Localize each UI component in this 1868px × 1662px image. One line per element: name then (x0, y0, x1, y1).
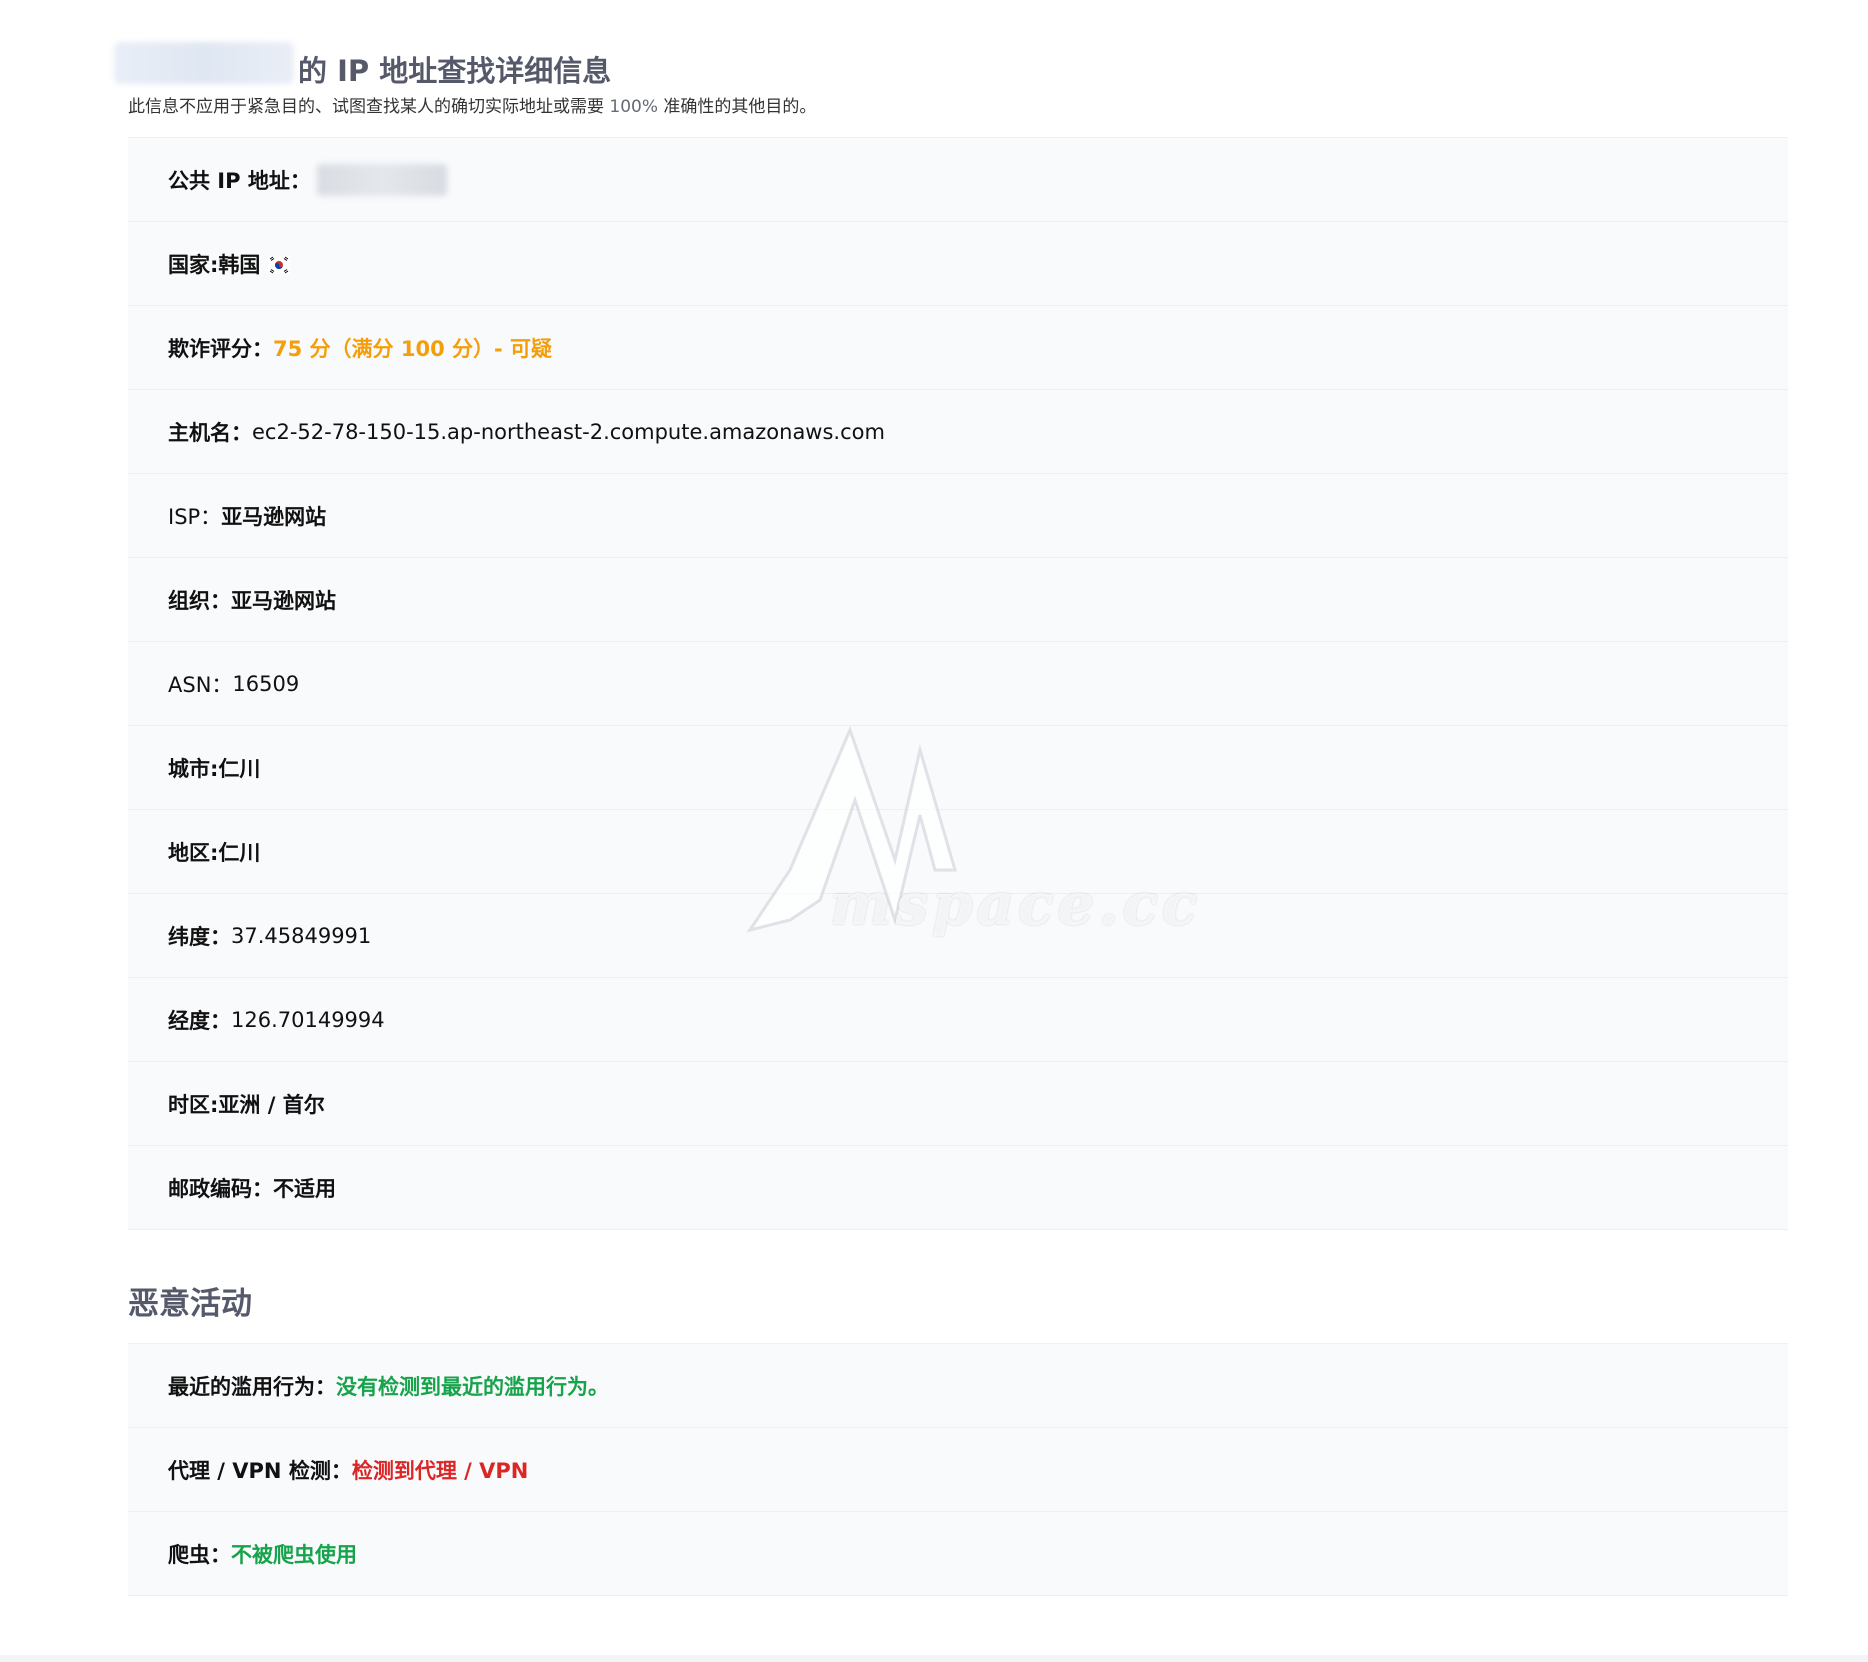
organization-label: 组织： (168, 588, 231, 613)
timezone-label: 时区: (168, 1092, 219, 1117)
fraud-score-row: 欺诈评分： 75 分（满分 100 分）- 可疑 (128, 306, 1788, 390)
country-value: 韩国 (218, 252, 261, 277)
latitude-label: 纬度： (168, 924, 231, 949)
crawler-row: 爬虫： 不被爬虫使用 (128, 1512, 1788, 1596)
longitude-label: 经度： (168, 1008, 231, 1033)
proxy-vpn-label: 代理 / VPN 检测： (168, 1458, 352, 1483)
disclaimer-text-end: 准确性的其他目的。 (658, 97, 817, 117)
recent-abuse-row: 最近的滥用行为： 没有检测到最近的滥用行为。 (128, 1344, 1788, 1428)
public-ip-row: 公共 IP 地址： (128, 138, 1788, 222)
page-title: 的 IP 地址查找详细信息 (298, 54, 612, 88)
page-bottom-band (0, 1655, 1868, 1662)
postal-code-row: 邮政编码： 不适用 (128, 1146, 1788, 1230)
postal-code-value: 不适用 (273, 1176, 336, 1201)
ip-details-table: 公共 IP 地址： 国家: 韩国 欺诈评分： 75 分（满分 100 分）- 可… (128, 137, 1788, 1230)
blurred-public-ip (316, 163, 447, 196)
city-row: 城市: 仁川 (128, 726, 1788, 810)
isp-value: 亚马逊网站 (221, 504, 327, 529)
latitude-value: 37.45849991 (231, 923, 372, 948)
region-label: 地区: (168, 840, 219, 865)
region-value: 仁川 (218, 840, 261, 865)
disclaimer-percent: 100% (609, 97, 659, 117)
crawler-label: 爬虫： (168, 1542, 231, 1567)
hostname-row: 主机名： ec2-52-78-150-15.ap-northeast-2.com… (128, 390, 1788, 474)
latitude-row: 纬度： 37.45849991 (128, 894, 1788, 978)
city-value: 仁川 (218, 756, 261, 781)
asn-value: 16509 (232, 671, 300, 696)
longitude-value: 126.70149994 (231, 1007, 385, 1032)
proxy-vpn-row: 代理 / VPN 检测： 检测到代理 / VPN (128, 1428, 1788, 1512)
south-korea-flag-icon (268, 255, 291, 274)
city-label: 城市: (168, 756, 219, 781)
recent-abuse-value: 没有检测到最近的滥用行为。 (336, 1374, 609, 1399)
hostname-value: ec2-52-78-150-15.ap-northeast-2.compute.… (252, 419, 885, 444)
organization-row: 组织： 亚马逊网站 (128, 558, 1788, 642)
isp-row: ISP： 亚马逊网站 (128, 474, 1788, 558)
longitude-row: 经度： 126.70149994 (128, 978, 1788, 1062)
ip-details-page: 的 IP 地址查找详细信息 此信息不应用于紧急目的、试图查找某人的确切实际地址或… (114, 40, 1788, 1596)
malicious-activity-table: 最近的滥用行为： 没有检测到最近的滥用行为。 代理 / VPN 检测： 检测到代… (128, 1343, 1788, 1596)
malicious-activity-title: 恶意活动 (128, 1286, 252, 1322)
page-header: 的 IP 地址查找详细信息 (114, 40, 1788, 88)
country-row: 国家: 韩国 (128, 222, 1788, 306)
fraud-score-label: 欺诈评分： (168, 336, 273, 361)
isp-label: ISP： (168, 504, 222, 529)
region-row: 地区: 仁川 (128, 810, 1788, 894)
public-ip-label: 公共 IP 地址： (168, 168, 311, 193)
country-label: 国家: (168, 252, 219, 277)
postal-code-label: 邮政编码： (168, 1176, 273, 1201)
blurred-ip-address (114, 42, 294, 84)
asn-label: ASN： (168, 672, 233, 697)
disclaimer: 此信息不应用于紧急目的、试图查找某人的确切实际地址或需要 100% 准确性的其他… (128, 92, 1788, 117)
fraud-score-value: 75 分（满分 100 分）- 可疑 (273, 336, 553, 361)
recent-abuse-label: 最近的滥用行为： (168, 1374, 336, 1399)
asn-row: ASN： 16509 (128, 642, 1788, 726)
proxy-vpn-value: 检测到代理 / VPN (351, 1458, 529, 1483)
hostname-label: 主机名： (168, 420, 252, 445)
crawler-value: 不被爬虫使用 (231, 1542, 357, 1567)
timezone-value: 亚洲 / 首尔 (218, 1092, 325, 1117)
disclaimer-text-start: 此信息不应用于紧急目的、试图查找某人的确切实际地址或需要 (128, 97, 610, 117)
timezone-row: 时区: 亚洲 / 首尔 (128, 1062, 1788, 1146)
organization-value: 亚马逊网站 (231, 588, 336, 613)
